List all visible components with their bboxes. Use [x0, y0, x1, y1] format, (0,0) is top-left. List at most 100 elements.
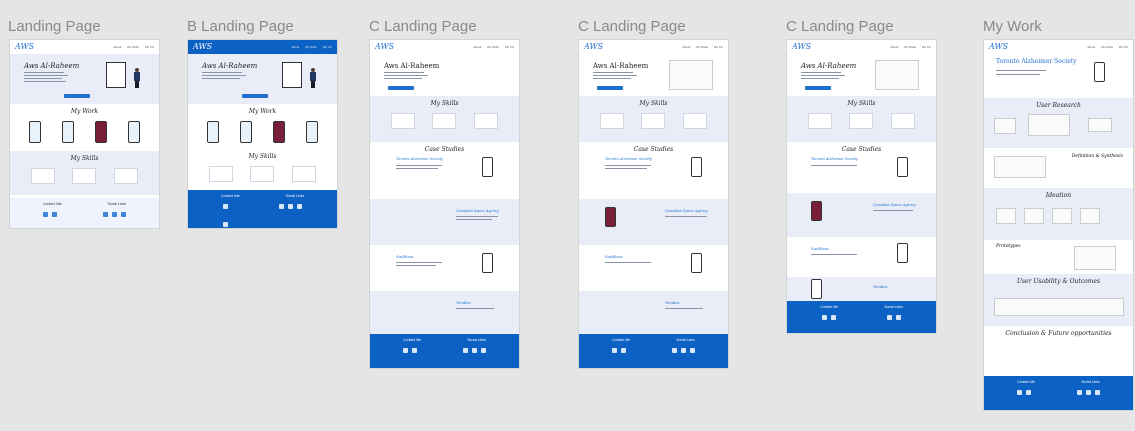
footer: Contact Info Social Links — [188, 190, 337, 228]
logo[interactable]: AWS — [375, 43, 394, 51]
skill-card — [250, 166, 275, 182]
frame-landing[interactable]: AWS About My Work My CV Aws Al-Raheem My… — [10, 40, 159, 228]
nav-about[interactable]: About — [113, 45, 121, 49]
mail-icon[interactable] — [412, 348, 417, 353]
nav-about[interactable]: About — [473, 45, 481, 49]
skills-section: My Skills — [188, 149, 337, 187]
mail-icon[interactable] — [1026, 390, 1031, 395]
cta-button[interactable] — [597, 86, 623, 90]
frame-c-landing-1[interactable]: AWS About My Work My CV Aws Al-Raheem My Sk… — [370, 40, 519, 368]
nav-my-cv[interactable]: My CV — [323, 45, 332, 49]
work-phone[interactable] — [128, 121, 141, 143]
behance-icon[interactable] — [287, 204, 293, 209]
frame-b-landing[interactable]: AWS About My Work My CV Aws Al-Raheem My… — [188, 40, 337, 228]
dribbble-icon[interactable] — [296, 204, 302, 209]
linkedin-icon[interactable] — [103, 212, 108, 217]
logo[interactable]: AWS — [584, 43, 603, 51]
nav-my-work[interactable]: My Work — [487, 45, 499, 49]
work-phone[interactable] — [95, 121, 108, 143]
work-phone[interactable] — [61, 121, 74, 143]
logo[interactable]: AWS — [15, 43, 34, 51]
work-phone[interactable] — [306, 121, 319, 143]
my-work-title: My Work — [70, 108, 99, 115]
work-phone[interactable] — [206, 121, 219, 143]
case-terabox[interactable]: TeraBox — [370, 291, 519, 337]
work-phone[interactable] — [239, 121, 252, 143]
frame-label-b-landing[interactable]: B Landing Page — [187, 18, 294, 35]
case-swifthaus[interactable]: Swifthaus — [579, 245, 728, 291]
frame-label-c-landing-3[interactable]: C Landing Page — [786, 18, 894, 35]
frame-label-landing[interactable]: Landing Page — [8, 18, 101, 35]
nav-my-work[interactable]: My Work — [305, 45, 317, 49]
nav-my-work[interactable]: My Work — [904, 45, 916, 49]
footer: Contact Me Social Links — [787, 301, 936, 333]
case-toronto[interactable]: Toronto Alzheimer Society — [370, 153, 519, 199]
nav-my-work[interactable]: My Work — [696, 45, 708, 49]
nav-my-cv[interactable]: My CV — [145, 45, 154, 49]
case-toronto[interactable]: Toronto Alzheimer Society — [579, 153, 728, 199]
frame-c-landing-2[interactable]: AWS About My Work My CV Aws Al-Raheem My Sk… — [579, 40, 728, 368]
phone-icon[interactable] — [612, 348, 617, 353]
skill-card — [474, 113, 499, 129]
behance-icon[interactable] — [895, 315, 901, 320]
nav-my-cv[interactable]: My CV — [505, 45, 514, 49]
linkedin-icon[interactable] — [672, 348, 677, 353]
case-swifthaus[interactable]: Swifthaus — [370, 245, 519, 291]
frame-label-c-landing-1[interactable]: C Landing Page — [369, 18, 477, 35]
frame-label-my-work[interactable]: My Work — [983, 18, 1042, 35]
person-illustration — [134, 68, 140, 88]
skill-card — [599, 113, 624, 129]
cta-button[interactable] — [242, 94, 268, 98]
mail-icon[interactable] — [831, 315, 837, 320]
behance-icon[interactable] — [112, 212, 117, 217]
behance-icon[interactable] — [472, 348, 477, 353]
logo[interactable]: AWS — [792, 43, 811, 51]
frame-label-c-landing-2[interactable]: C Landing Page — [578, 18, 686, 35]
logo[interactable]: AWS — [193, 43, 212, 51]
work-phone[interactable] — [273, 121, 286, 143]
phone-icon[interactable] — [822, 315, 828, 320]
work-phone[interactable] — [28, 121, 41, 143]
nav-my-cv[interactable]: My CV — [922, 45, 931, 49]
frame-my-work[interactable]: AWS About My Work My CV Toronto Alzheimer S… — [984, 40, 1133, 410]
phone-icon[interactable] — [1017, 390, 1022, 395]
dribbble-icon[interactable] — [481, 348, 486, 353]
cta-button[interactable] — [805, 86, 831, 90]
behance-icon[interactable] — [681, 348, 686, 353]
nav-my-cv[interactable]: My CV — [1119, 45, 1128, 49]
case-space-agency[interactable]: Canadian Space Agency — [579, 199, 728, 245]
case-space-agency[interactable]: Canadian Space Agency — [370, 199, 519, 245]
nav-about[interactable]: About — [890, 45, 898, 49]
cta-button[interactable] — [64, 94, 90, 98]
case-swifthaus[interactable]: Swifthaus — [787, 237, 936, 277]
case-toronto[interactable]: Toronto Alzheimer Society — [787, 153, 936, 193]
logo[interactable]: AWS — [989, 43, 1008, 51]
nav-about[interactable]: About — [682, 45, 690, 49]
nav-about[interactable]: About — [291, 45, 299, 49]
linkedin-icon[interactable] — [278, 204, 284, 209]
behance-icon[interactable] — [1086, 390, 1091, 395]
mail-icon[interactable] — [621, 348, 626, 353]
dribbble-icon[interactable] — [1095, 390, 1100, 395]
case-terabox[interactable]: TeraBox — [579, 291, 728, 337]
linkedin-icon[interactable] — [463, 348, 468, 353]
hero-name: Aws Al-Raheem — [24, 62, 80, 70]
mail-icon[interactable] — [223, 222, 229, 227]
phone-icon[interactable] — [43, 212, 48, 217]
linkedin-icon[interactable] — [886, 315, 892, 320]
cta-button[interactable] — [388, 86, 414, 90]
skill-card — [807, 113, 832, 129]
phone-icon[interactable] — [403, 348, 408, 353]
dribbble-icon[interactable] — [690, 348, 695, 353]
case-space-agency[interactable]: Canadian Space Agency — [787, 193, 936, 237]
nav-about[interactable]: About — [1087, 45, 1095, 49]
linkedin-icon[interactable] — [1077, 390, 1082, 395]
nav-my-cv[interactable]: My CV — [714, 45, 723, 49]
usability-section: User Usability & Outcomes — [984, 274, 1133, 326]
mail-icon[interactable] — [52, 212, 57, 217]
dribbble-icon[interactable] — [121, 212, 126, 217]
nav-my-work[interactable]: My Work — [127, 45, 139, 49]
phone-icon[interactable] — [223, 204, 229, 209]
nav-my-work[interactable]: My Work — [1101, 45, 1113, 49]
frame-c-landing-3[interactable]: AWS About My Work My CV Aws Al-Raheem My Sk… — [787, 40, 936, 333]
